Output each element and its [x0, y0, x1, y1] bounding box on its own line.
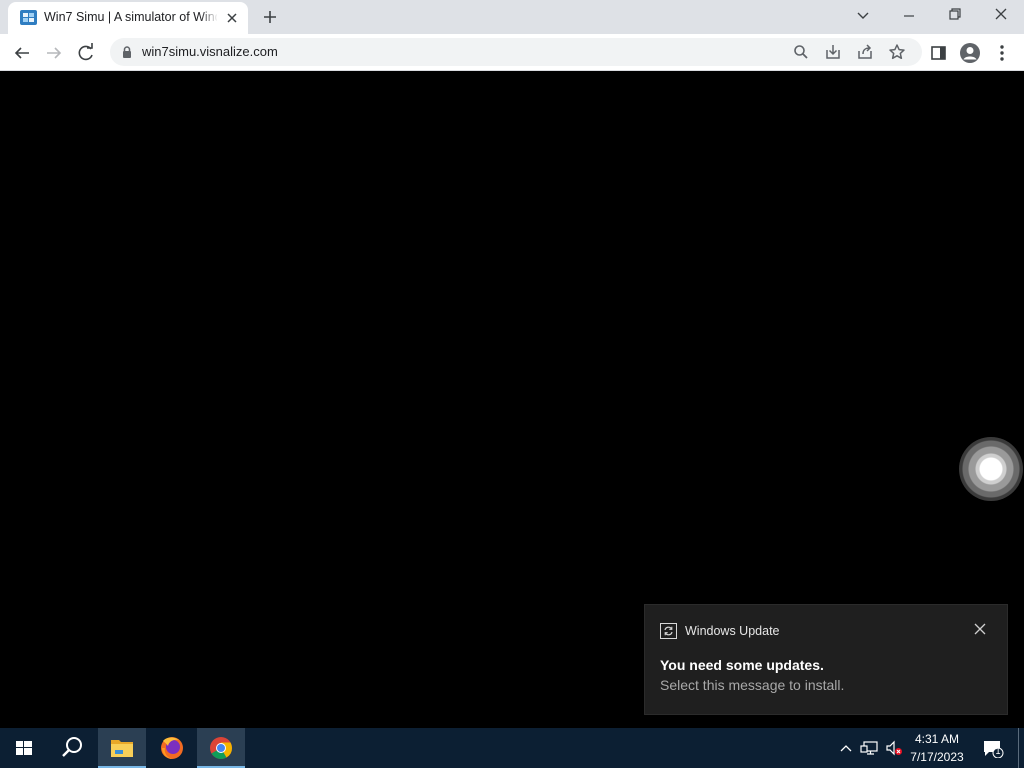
close-icon[interactable] [978, 0, 1024, 34]
chevron-up-icon[interactable] [836, 738, 856, 758]
loading-spinner [959, 437, 1023, 501]
firefox-icon[interactable] [148, 728, 196, 768]
bookmark-star-icon[interactable] [887, 42, 907, 62]
clock-time: 4:31 AM [914, 732, 960, 746]
tab-search-icon[interactable] [840, 0, 886, 34]
windows-update-notification[interactable]: Windows Update You need some updates. Se… [644, 604, 1008, 715]
search-icon[interactable] [48, 728, 96, 768]
notification-body: Select this message to install. [660, 677, 845, 693]
profile-icon[interactable] [956, 39, 984, 67]
taskbar: 4:31 AM 7/17/2023 1 [0, 728, 1024, 768]
tab-strip: Win7 Simu | A simulator of Windows 7 [0, 0, 1024, 34]
notification-count: 1 [995, 746, 1001, 756]
clock-date: 7/17/2023 [910, 750, 964, 764]
forward-icon[interactable] [40, 39, 68, 67]
notification-close-icon[interactable] [973, 622, 987, 636]
reload-icon[interactable] [72, 39, 100, 67]
new-tab-icon[interactable] [258, 5, 282, 29]
browser-tab[interactable]: Win7 Simu | A simulator of Windows 7 [8, 2, 248, 34]
install-icon[interactable] [823, 42, 843, 62]
address-bar[interactable]: win7simu.visnalize.com [110, 38, 922, 66]
url-text[interactable]: win7simu.visnalize.com [142, 44, 278, 59]
win7simu-favicon-icon [20, 10, 37, 25]
notification-title: You need some updates. [660, 657, 824, 673]
file-explorer-icon[interactable] [98, 728, 146, 768]
lock-icon [120, 45, 134, 59]
side-panel-icon[interactable] [924, 39, 952, 67]
zoom-icon[interactable] [791, 42, 811, 62]
chrome-icon[interactable] [197, 728, 245, 768]
notification-app-name: Windows Update [685, 624, 780, 638]
tab-title: Win7 Simu | A simulator of Windows 7 [44, 10, 217, 24]
volume-muted-icon[interactable] [884, 738, 904, 758]
taskbar-clock[interactable]: 4:31 AM 7/17/2023 [906, 731, 968, 765]
minimize-icon[interactable] [886, 0, 932, 34]
menu-icon[interactable] [988, 39, 1016, 67]
tab-title-fade [200, 8, 218, 28]
browser-toolbar: win7simu.visnalize.com [0, 34, 1024, 71]
windows-update-icon [660, 623, 677, 639]
back-icon[interactable] [8, 39, 36, 67]
show-desktop-button[interactable] [1018, 728, 1024, 768]
restore-icon[interactable] [932, 0, 978, 34]
share-icon[interactable] [855, 42, 875, 62]
start-icon[interactable] [0, 728, 48, 768]
tab-close-icon[interactable] [224, 10, 240, 26]
network-icon[interactable] [860, 738, 880, 758]
